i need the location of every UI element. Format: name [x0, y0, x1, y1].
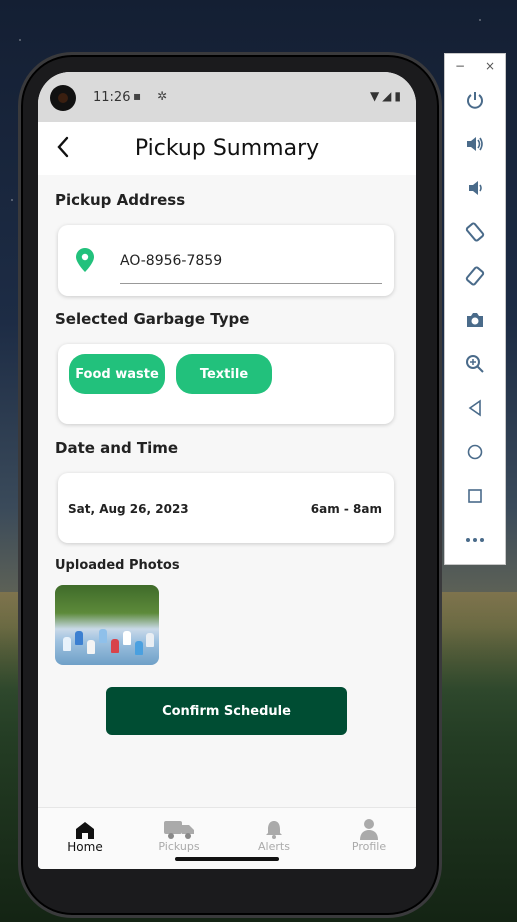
camera-icon [467, 313, 483, 327]
garbage-type-label: Selected Garbage Type [55, 310, 250, 328]
home-circle-icon [467, 444, 483, 460]
nav-profile-label: Profile [351, 840, 387, 853]
back-nav-button[interactable] [445, 386, 505, 430]
front-camera-icon [50, 85, 76, 111]
back-icon [468, 399, 481, 417]
more-button[interactable] [445, 518, 505, 562]
rotate-left-icon [465, 222, 485, 242]
uploaded-photo-thumbnail[interactable] [55, 585, 159, 665]
garbage-type-card: Food waste Textile [58, 344, 394, 424]
date-time-card: Sat, Aug 26, 2023 6am - 8am [58, 473, 394, 543]
phone-screen: 11:26 ▪ ✲ ▼◢▮ Pickup Summary Pickup Addr… [38, 72, 416, 869]
volume-up-button[interactable] [445, 122, 505, 166]
pickup-address-input[interactable]: AO-8956-7859 [120, 253, 222, 269]
rotate-right-icon [465, 266, 485, 286]
location-pin-icon [76, 248, 94, 272]
confirm-schedule-button[interactable]: Confirm Schedule [106, 687, 347, 735]
power-button[interactable] [445, 78, 505, 122]
emulator-side-panel: − × [444, 53, 506, 565]
chip-textile[interactable]: Textile [176, 354, 272, 394]
status-time: 11:26 [93, 90, 131, 105]
zoom-icon [466, 355, 484, 373]
nav-profile[interactable]: Profile [334, 816, 404, 853]
status-bar: 11:26 ▪ ✲ ▼◢▮ [38, 72, 416, 122]
pickup-address-label: Pickup Address [55, 191, 186, 209]
rotate-left-button[interactable] [445, 210, 505, 254]
pickup-time-slot: 6am - 8am [310, 502, 382, 516]
more-icon [466, 538, 484, 542]
home-icon [76, 822, 94, 839]
notification-icons: ▪ ✲ [133, 89, 174, 103]
nav-alerts-label: Alerts [258, 840, 290, 853]
gesture-handle[interactable] [175, 857, 279, 861]
nav-home-label: Home [67, 840, 103, 854]
person-icon [360, 819, 378, 840]
pickup-address-card: AO-8956-7859 [58, 225, 394, 296]
address-underline [120, 283, 382, 284]
volume-down-icon [469, 181, 482, 195]
page-title: Pickup Summary [134, 136, 320, 161]
nav-pickups[interactable]: Pickups [144, 816, 214, 853]
overview-nav-button[interactable] [445, 474, 505, 518]
zoom-button[interactable] [445, 342, 505, 386]
volume-down-button[interactable] [445, 166, 505, 210]
rotate-right-button[interactable] [445, 254, 505, 298]
nav-alerts[interactable]: Alerts [239, 816, 309, 853]
bell-icon [266, 821, 282, 839]
nav-pickups-label: Pickups [158, 840, 200, 853]
truck-icon [164, 821, 194, 839]
overview-icon [468, 489, 482, 503]
date-time-label: Date and Time [55, 439, 179, 457]
uploaded-photos-label: Uploaded Photos [55, 558, 180, 573]
close-button[interactable]: × [485, 59, 495, 73]
screenshot-button[interactable] [445, 298, 505, 342]
pickup-date: Sat, Aug 26, 2023 [68, 502, 189, 516]
power-icon [467, 92, 483, 109]
minimize-button[interactable]: − [455, 59, 465, 73]
home-nav-button[interactable] [445, 430, 505, 474]
panel-window-controls: − × [445, 54, 505, 78]
system-status-icons: ▼◢▮ [369, 89, 404, 103]
chip-food-waste[interactable]: Food waste [69, 354, 165, 394]
volume-up-icon [467, 137, 483, 151]
app-bar: Pickup Summary [38, 122, 416, 175]
nav-home[interactable]: Home [50, 816, 120, 854]
